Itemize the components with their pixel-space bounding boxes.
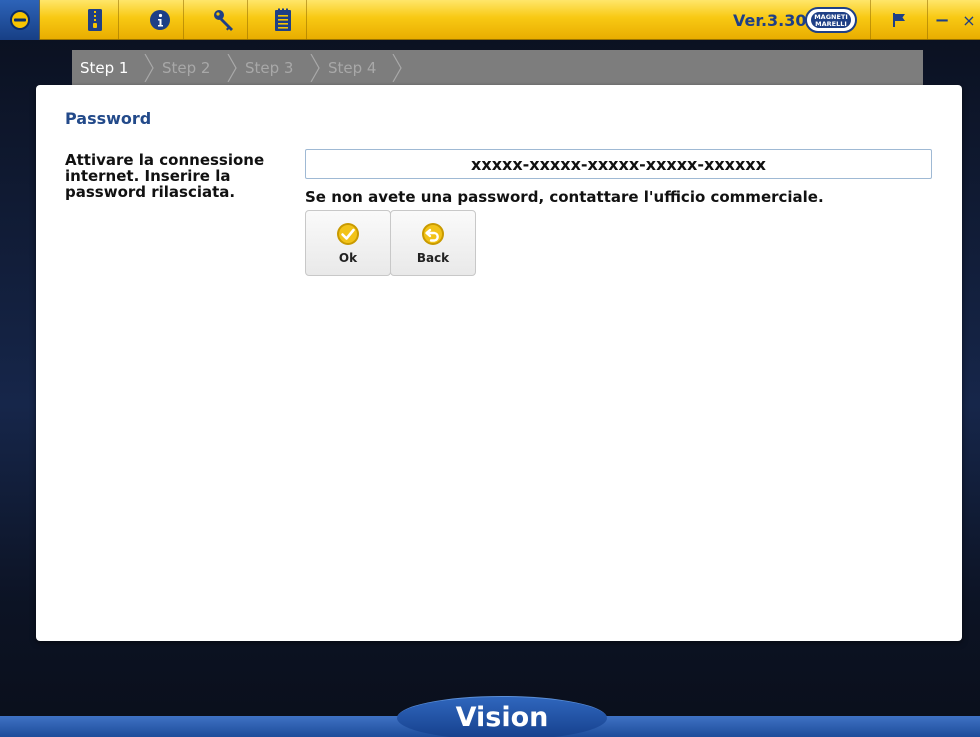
- notes-button[interactable]: [259, 0, 307, 40]
- version-label: Ver.3.30: [733, 11, 807, 30]
- back-button[interactable]: Back: [390, 210, 476, 276]
- svg-text:MARELLI: MARELLI: [815, 20, 847, 28]
- step-separator: [144, 54, 154, 82]
- check-icon: [337, 223, 359, 245]
- vision-logo: Vision: [397, 696, 607, 737]
- magneti-marelli-logo: MAGNETI MARELLI: [805, 7, 857, 33]
- top-toolbar: Ver.3.30 MAGNETI MARELLI − ×: [0, 0, 980, 40]
- archive-button[interactable]: [71, 0, 119, 40]
- key-button[interactable]: [200, 0, 248, 40]
- key-icon: [213, 10, 233, 31]
- step-4: Step 4: [328, 59, 377, 77]
- step-separator: [227, 54, 237, 82]
- instruction-text: Attivare la connessione internet. Inseri…: [65, 151, 265, 201]
- ok-label: Ok: [338, 251, 358, 265]
- step-2: Step 2: [162, 59, 211, 77]
- notepad-icon: [274, 8, 291, 31]
- home-button[interactable]: [0, 0, 40, 40]
- step-3: Step 3: [245, 59, 294, 77]
- panel-title: Password: [65, 109, 152, 128]
- back-label: Back: [416, 251, 450, 265]
- home-icon: [9, 10, 30, 30]
- info-button[interactable]: [136, 0, 184, 40]
- flag-icon: [893, 13, 905, 27]
- step-separator: [392, 54, 402, 82]
- hint-text: Se non avete una password, contattare l'…: [305, 188, 824, 206]
- step-progress-bar: Step 1 Step 2 Step 3 Step 4: [72, 50, 923, 86]
- zipper-file-icon: [87, 9, 102, 31]
- app-name: Vision: [455, 702, 549, 733]
- info-icon: [149, 10, 170, 30]
- step-separator: [310, 54, 320, 82]
- ok-button[interactable]: Ok: [305, 210, 391, 276]
- flag-button[interactable]: [870, 0, 928, 40]
- password-panel: Password Attivare la connessione interne…: [36, 85, 962, 641]
- step-1: Step 1: [80, 59, 129, 77]
- minimize-button[interactable]: −: [930, 0, 954, 40]
- undo-arrow-icon: [422, 223, 444, 245]
- close-button[interactable]: ×: [958, 0, 980, 40]
- password-input[interactable]: [305, 149, 932, 179]
